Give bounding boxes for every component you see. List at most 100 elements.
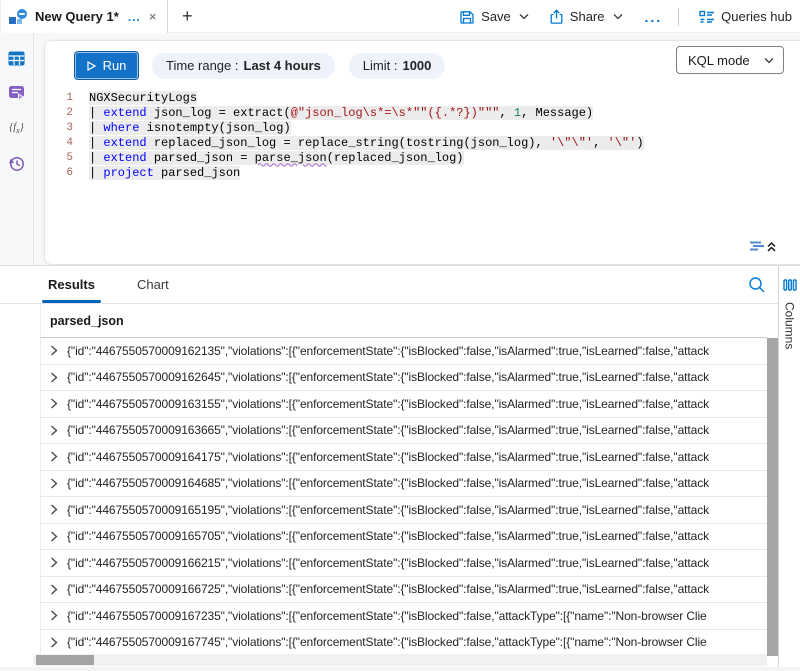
new-tab-button[interactable]: +: [182, 5, 193, 27]
expand-row-button[interactable]: [41, 451, 67, 462]
chevron-right-icon: [50, 398, 58, 409]
line-number: 1: [45, 92, 89, 104]
code-text: | project parsed_json: [89, 166, 240, 180]
query-workspace: {fx} Run Time range : Last 4 hours Limit…: [0, 33, 800, 265]
code-text: | where isnotempty(json_log): [89, 121, 291, 135]
query-results-icon[interactable]: [8, 84, 26, 102]
expand-row-button[interactable]: [41, 557, 67, 568]
code-text: | extend json_log = extract(@"json_log\s…: [89, 106, 593, 120]
column-header-parsed-json[interactable]: parsed_json: [41, 305, 767, 338]
query-tab[interactable]: New Query 1* ... ×: [0, 0, 168, 33]
save-icon: [459, 9, 475, 25]
code-text: | extend replaced_json_log = replace_str…: [89, 136, 644, 150]
share-icon: [549, 9, 564, 25]
expand-row-button[interactable]: [41, 478, 67, 489]
row-json-text: {"id":"4467550570009167745","violations"…: [67, 635, 767, 649]
table-row[interactable]: {"id":"4467550570009167745","violations"…: [41, 630, 767, 657]
code-line[interactable]: 3 | where isnotempty(json_log): [45, 120, 800, 135]
chevron-right-icon: [50, 557, 58, 568]
limit-label: Limit :: [363, 58, 398, 73]
code-line[interactable]: 4 | extend replaced_json_log = replace_s…: [45, 135, 800, 150]
code-line[interactable]: 6 | project parsed_json: [45, 165, 800, 180]
limit-picker[interactable]: Limit : 1000: [349, 53, 446, 79]
tab-results[interactable]: Results: [48, 266, 95, 303]
table-row[interactable]: {"id":"4467550570009165705","violations"…: [41, 524, 767, 551]
table-row[interactable]: {"id":"4467550570009165195","violations"…: [41, 497, 767, 524]
expand-row-button[interactable]: [41, 345, 67, 356]
query-code-editor[interactable]: 1 NGXSecurityLogs 2 | extend json_log = …: [45, 90, 800, 180]
top-tab-bar: New Query 1* ... × + Save Share ... Quer…: [0, 0, 800, 33]
table-row[interactable]: {"id":"4467550570009162135","violations"…: [41, 338, 767, 365]
collapse-editor-icon: [748, 239, 776, 254]
vertical-scrollbar[interactable]: [767, 338, 778, 656]
columns-icon[interactable]: [783, 279, 797, 291]
bottom-strip: [0, 667, 800, 671]
kql-mode-value: KQL mode: [688, 53, 750, 68]
row-json-text: {"id":"4467550570009166725","violations"…: [67, 582, 767, 596]
search-button[interactable]: [748, 276, 766, 299]
line-number: 6: [45, 167, 89, 179]
query-tab-title: New Query 1*: [35, 9, 119, 24]
table-view-icon[interactable]: [8, 49, 26, 67]
more-commands-icon[interactable]: ...: [645, 9, 663, 25]
expand-row-button[interactable]: [41, 425, 67, 436]
columns-panel-label[interactable]: Columns: [783, 302, 797, 349]
table-row[interactable]: {"id":"4467550570009163665","violations"…: [41, 418, 767, 445]
queries-hub-icon: [699, 10, 715, 24]
expand-row-button[interactable]: [41, 372, 67, 383]
time-range-label: Time range :: [166, 58, 239, 73]
chevron-down-icon: [613, 13, 623, 20]
horizontal-scrollbar-thumb[interactable]: [36, 655, 94, 665]
expand-row-button[interactable]: [41, 584, 67, 595]
row-json-text: {"id":"4467550570009164685","violations"…: [67, 476, 767, 490]
history-icon[interactable]: [8, 154, 26, 172]
expand-row-button[interactable]: [41, 504, 67, 515]
tab-close-icon[interactable]: ×: [149, 9, 157, 24]
horizontal-scrollbar[interactable]: [33, 654, 767, 666]
queries-hub-label: Queries hub: [721, 9, 792, 24]
code-line[interactable]: 2 | extend json_log = extract(@"json_log…: [45, 105, 800, 120]
chevron-right-icon: [50, 584, 58, 595]
kql-mode-select[interactable]: KQL mode: [676, 46, 784, 74]
vertical-scrollbar-thumb[interactable]: [767, 338, 778, 656]
chevron-right-icon: [50, 372, 58, 383]
share-label: Share: [570, 9, 605, 24]
time-range-picker[interactable]: Time range : Last 4 hours: [152, 53, 335, 79]
expand-row-button[interactable]: [41, 398, 67, 409]
grid-body: {"id":"4467550570009162135","violations"…: [41, 338, 767, 656]
row-json-text: {"id":"4467550570009166215","violations"…: [67, 556, 767, 570]
share-button[interactable]: Share: [549, 9, 623, 25]
expand-row-button[interactable]: [41, 531, 67, 542]
table-row[interactable]: {"id":"4467550570009163155","violations"…: [41, 391, 767, 418]
run-label: Run: [103, 58, 127, 73]
save-button[interactable]: Save: [459, 9, 529, 25]
tab-more-icon[interactable]: ...: [128, 10, 141, 24]
run-play-icon: [87, 61, 96, 71]
table-row[interactable]: {"id":"4467550570009164685","violations"…: [41, 471, 767, 498]
row-json-text: {"id":"4467550570009162135","violations"…: [67, 344, 767, 358]
row-json-text: {"id":"4467550570009162645","violations"…: [67, 370, 767, 384]
table-row[interactable]: {"id":"4467550570009166725","violations"…: [41, 577, 767, 604]
chevron-right-icon: [50, 425, 58, 436]
code-line[interactable]: 1 NGXSecurityLogs: [45, 90, 800, 105]
results-grid: parsed_json {"id":"4467550570009162135",…: [40, 305, 767, 671]
tab-chart[interactable]: Chart: [137, 266, 169, 303]
chevron-right-icon: [50, 504, 58, 515]
run-button[interactable]: Run: [75, 52, 138, 79]
divider: [678, 8, 679, 26]
row-json-text: {"id":"4467550570009163665","violations"…: [67, 423, 767, 437]
table-row[interactable]: {"id":"4467550570009166215","violations"…: [41, 550, 767, 577]
row-json-text: {"id":"4467550570009163155","violations"…: [67, 397, 767, 411]
expand-row-button[interactable]: [41, 637, 67, 648]
table-row[interactable]: {"id":"4467550570009167235","violations"…: [41, 603, 767, 630]
code-text: NGXSecurityLogs: [89, 91, 197, 105]
expand-row-button[interactable]: [41, 610, 67, 621]
code-line[interactable]: 5 | extend parsed_json = parse_json(repl…: [45, 150, 800, 165]
chevron-right-icon: [50, 610, 58, 621]
functions-icon[interactable]: {fx}: [8, 119, 26, 137]
table-row[interactable]: {"id":"4467550570009164175","violations"…: [41, 444, 767, 471]
table-row[interactable]: {"id":"4467550570009162645","violations"…: [41, 365, 767, 392]
limit-value: 1000: [402, 58, 431, 73]
collapse-editor-button[interactable]: [748, 239, 776, 259]
queries-hub-button[interactable]: Queries hub: [699, 9, 792, 24]
